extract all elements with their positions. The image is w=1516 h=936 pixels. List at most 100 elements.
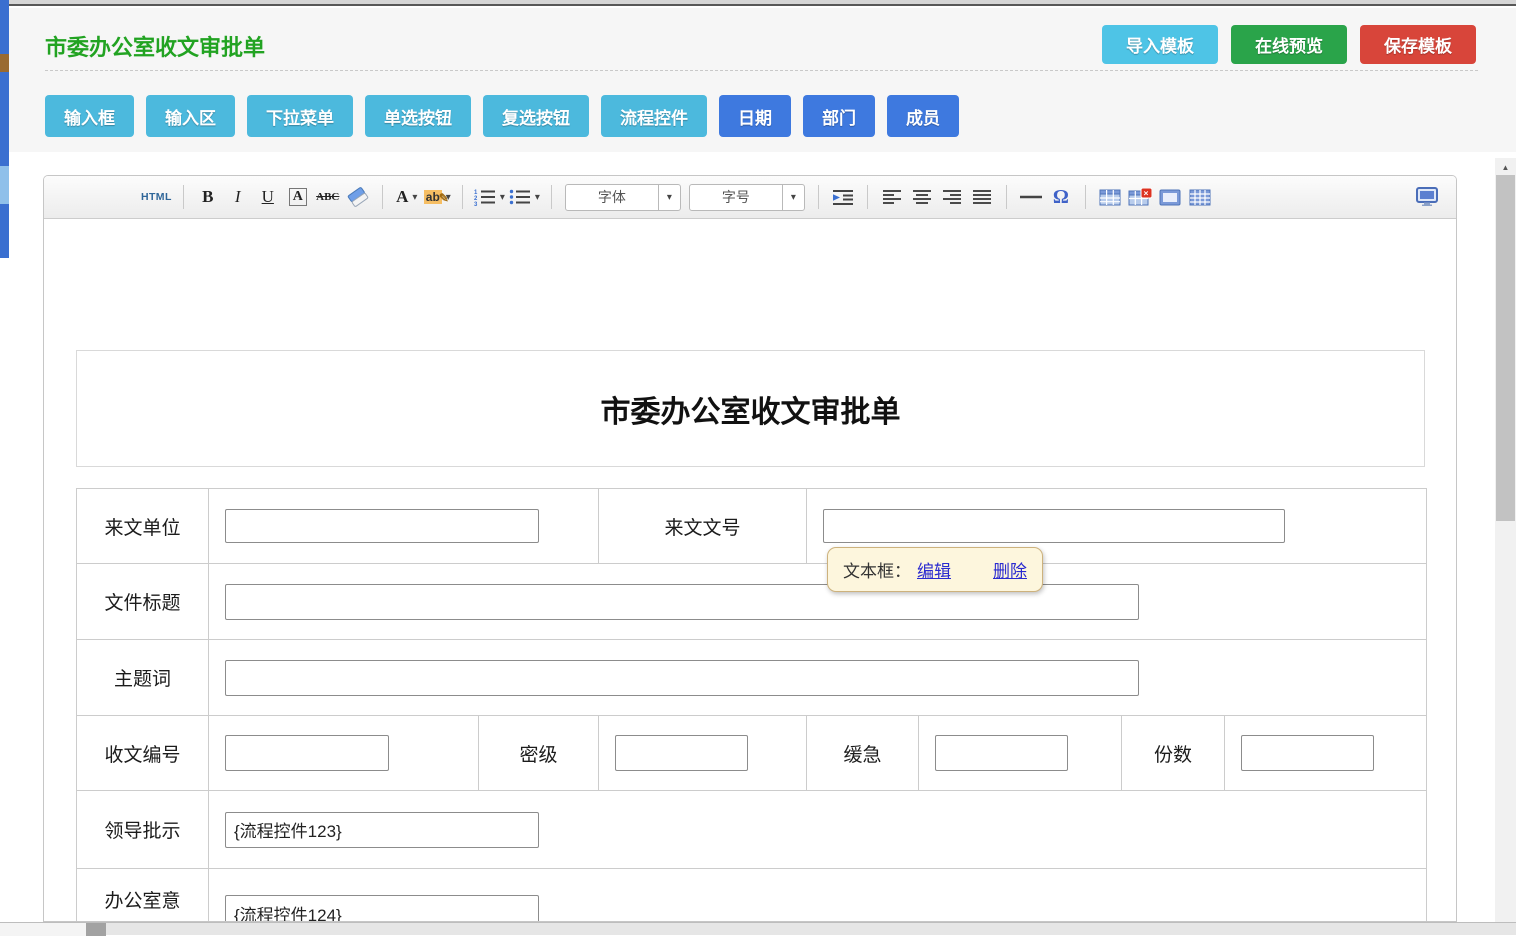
align-left-icon (882, 189, 902, 205)
label-office-opinion: 办公室意 (77, 869, 209, 923)
widget-button-checkbox[interactable]: 复选按钮 (483, 95, 589, 137)
font-family-label: 字体 (566, 185, 658, 210)
framed-a-icon: A (289, 188, 307, 206)
widget-button-textarea[interactable]: 输入区 (146, 95, 235, 137)
form-title: 市委办公室收文审批单 (601, 387, 901, 431)
special-character-button[interactable]: Ω (1048, 183, 1074, 211)
ordered-list-icon: 1 2 3 (474, 188, 496, 206)
page-title: 市委办公室收文审批单 (45, 30, 265, 62)
label-security-level: 密级 (479, 716, 599, 791)
office-opinion-input[interactable]: {流程控件124} (225, 895, 539, 922)
table-row: 办公室意 {流程控件124} (77, 869, 1427, 923)
align-justify-button[interactable] (969, 183, 995, 211)
window-top-edge (0, 0, 1516, 6)
indent-button[interactable] (830, 183, 856, 211)
horizontal-rule-button[interactable] (1018, 183, 1044, 211)
align-right-icon (942, 189, 962, 205)
header-divider (45, 70, 1478, 71)
delete-table-button[interactable]: × (1127, 183, 1153, 211)
bold-button[interactable]: B (195, 183, 221, 211)
label-document-title: 文件标题 (77, 564, 209, 640)
document-number-input[interactable] (823, 509, 1285, 543)
widget-button-member[interactable]: 成员 (887, 95, 959, 137)
editor-toolbar: HTML B I U A ABC A ▾ (44, 176, 1456, 219)
label-urgency: 缓急 (807, 716, 919, 791)
italic-button[interactable]: I (225, 183, 251, 211)
remove-format-frame-button[interactable]: A (285, 183, 311, 211)
ordered-list-button[interactable]: 1 2 3 ▾ (474, 183, 505, 211)
cell-office-opinion: {流程控件124} (209, 869, 1427, 923)
textbox-control-tooltip: 文本框： 编辑 删除 (827, 547, 1043, 592)
form-title-cell[interactable]: 市委办公室收文审批单 (76, 350, 1425, 467)
insert-table-icon (1099, 189, 1121, 206)
eraser-icon (346, 187, 370, 207)
strikethrough-button[interactable]: ABC (315, 183, 341, 211)
receipt-number-input[interactable] (225, 735, 389, 771)
chevron-down-icon: ▾ (535, 192, 540, 203)
widget-button-flow-control[interactable]: 流程控件 (601, 95, 707, 137)
label-subject-words: 主题词 (77, 640, 209, 716)
table-properties-button[interactable] (1187, 183, 1213, 211)
cell-security-level (599, 716, 807, 791)
import-template-button[interactable]: 导入模板 (1102, 25, 1218, 64)
unordered-list-button[interactable]: ▾ (509, 183, 540, 211)
window-bottom-bar (0, 922, 1516, 935)
cell-document-title (209, 564, 1427, 640)
tooltip-label: 文本框： (843, 557, 911, 582)
urgency-input[interactable] (935, 735, 1068, 771)
font-size-select[interactable]: 字号 ▾ (689, 184, 805, 211)
toolbar-separator (183, 185, 184, 209)
pencil-icon: ✎ (439, 191, 449, 205)
leader-instructions-input[interactable]: {流程控件123} (225, 812, 539, 848)
header-panel: 市委办公室收文审批单 导入模板 在线预览 保存模板 输入框 输入区 下拉菜单 单… (9, 8, 1516, 152)
widget-button-input-box[interactable]: 输入框 (45, 95, 134, 137)
font-family-select[interactable]: 字体 ▾ (565, 184, 681, 211)
table-row: 主题词 (77, 640, 1427, 716)
bottom-bar-handle (86, 923, 106, 936)
widget-button-radio[interactable]: 单选按钮 (365, 95, 471, 137)
align-justify-icon (972, 189, 992, 205)
underline-button[interactable]: U (255, 183, 281, 211)
online-preview-button[interactable]: 在线预览 (1231, 25, 1347, 64)
cell-properties-button[interactable] (1157, 183, 1183, 211)
security-level-input[interactable] (615, 735, 748, 771)
vertical-scrollbar[interactable]: ▲ ▼ (1495, 158, 1516, 935)
table-row: 收文编号 密级 缓急 份数 (77, 716, 1427, 791)
widget-button-department[interactable]: 部门 (803, 95, 875, 137)
tooltip-delete-link[interactable]: 删除 (993, 557, 1027, 582)
widget-button-dropdown[interactable]: 下拉菜单 (247, 95, 353, 137)
font-color-icon: A (396, 187, 408, 207)
chevron-down-icon: ▾ (412, 192, 417, 203)
copies-input[interactable] (1241, 735, 1374, 771)
html-source-button[interactable]: HTML (141, 183, 172, 211)
fullscreen-button[interactable] (1414, 183, 1440, 211)
font-color-button[interactable]: A ▾ (394, 183, 420, 211)
eraser-button[interactable] (345, 183, 371, 211)
highlight-color-button[interactable]: ab ✎ ▾ (424, 183, 451, 211)
widget-button-date[interactable]: 日期 (719, 95, 791, 137)
subject-words-input[interactable] (225, 660, 1139, 696)
align-center-button[interactable] (909, 183, 935, 211)
align-right-button[interactable] (939, 183, 965, 211)
insert-table-button[interactable] (1097, 183, 1123, 211)
toolbar-separator (551, 185, 552, 209)
cell-incoming-unit (209, 489, 599, 564)
incoming-unit-input[interactable] (225, 509, 539, 543)
table-row: 领导批示 {流程控件123} (77, 791, 1427, 869)
cell-urgency (919, 716, 1122, 791)
label-copies: 份数 (1122, 716, 1225, 791)
svg-text:3: 3 (474, 202, 478, 206)
indent-icon (831, 188, 855, 206)
table-properties-icon (1189, 189, 1211, 206)
cell-subject-words (209, 640, 1427, 716)
editor-content[interactable]: 市委办公室收文审批单 来文单位 来文文号 文件标题 (44, 219, 1456, 922)
bottom-bar-segment (0, 923, 86, 936)
align-left-button[interactable] (879, 183, 905, 211)
scroll-up-icon[interactable]: ▲ (1495, 160, 1516, 175)
scrollbar-thumb[interactable] (1496, 175, 1515, 521)
tooltip-edit-link[interactable]: 编辑 (917, 557, 951, 582)
save-template-button[interactable]: 保存模板 (1360, 25, 1476, 64)
html-source-icon: HTML (141, 191, 172, 203)
fullscreen-monitor-icon (1415, 187, 1439, 207)
delete-table-icon: × (1128, 188, 1152, 206)
